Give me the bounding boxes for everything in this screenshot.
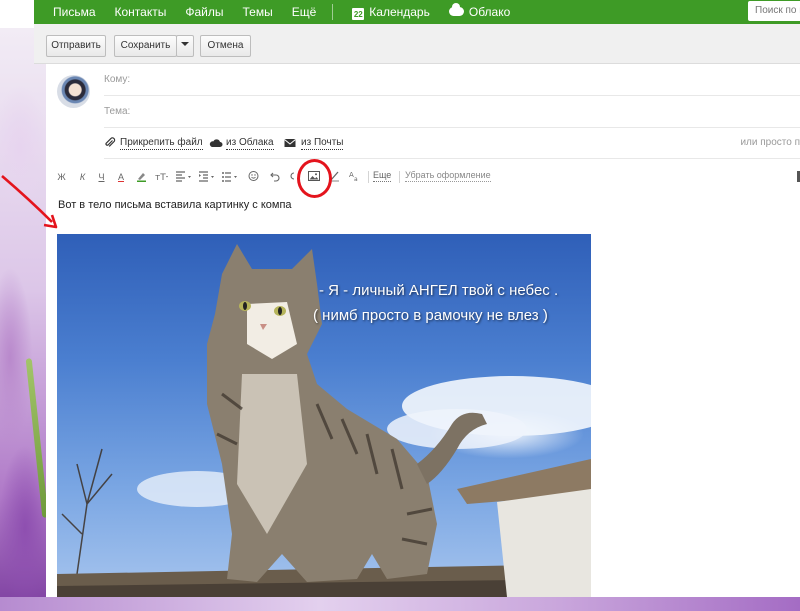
- text-color-button[interactable]: А: [116, 170, 126, 184]
- from-cloud-link[interactable]: из Облака: [226, 137, 274, 150]
- search-input[interactable]: Поиск по п: [748, 1, 800, 21]
- nav-letters[interactable]: Письма: [53, 5, 96, 19]
- underline-button[interactable]: Ч: [97, 170, 106, 184]
- list-icon[interactable]: [222, 170, 238, 184]
- font-size-icon[interactable]: тТ: [155, 170, 169, 184]
- flower-stem: [25, 358, 49, 518]
- translate-icon[interactable]: Aa: [349, 170, 360, 184]
- background-flower-bottom: [0, 597, 800, 611]
- nav-cloud-label: Облако: [468, 5, 511, 19]
- nav-contacts[interactable]: Контакты: [115, 5, 167, 19]
- nav-separator: [332, 4, 334, 20]
- nav-calendar[interactable]: 22 Календарь: [352, 5, 430, 20]
- nav-files[interactable]: Файлы: [185, 5, 223, 19]
- nav-cloud[interactable]: Облако: [448, 3, 511, 19]
- svg-text:a: a: [354, 176, 358, 182]
- calendar-icon: 22: [352, 7, 365, 20]
- send-button[interactable]: Отправить: [46, 35, 106, 57]
- italic-button[interactable]: К: [78, 170, 87, 184]
- nav-themes[interactable]: Темы: [243, 5, 273, 19]
- chevron-down-icon: [181, 42, 189, 46]
- compose-action-bar: Отправить Сохранить Отмена: [34, 24, 800, 64]
- to-field-divider: [104, 95, 800, 96]
- paperclip-icon: [104, 137, 116, 149]
- subject-field-label[interactable]: Тема:: [104, 106, 130, 117]
- from-mail-link[interactable]: из Почты: [301, 137, 344, 150]
- mail-icon: [284, 137, 296, 149]
- highlight-icon[interactable]: [135, 170, 147, 184]
- avatar: [57, 75, 90, 108]
- to-field-label[interactable]: Кому:: [104, 74, 130, 85]
- attach-hint-text: или просто п: [740, 137, 800, 148]
- subject-field-divider: [104, 127, 800, 128]
- cloud-icon: [448, 3, 464, 16]
- indent-icon[interactable]: [199, 170, 215, 184]
- save-dropdown-button[interactable]: [176, 35, 194, 57]
- image-caption-line-1: - Я - личный АНГЕЛ твой с небес .: [319, 282, 559, 299]
- background-flower-left: [0, 28, 49, 611]
- svg-text:тТ: тТ: [155, 173, 166, 182]
- format-toolbar: Ж К Ч А тТ A a Еще Убрать оформление: [57, 170, 800, 184]
- attach-file-link[interactable]: Прикрепить файл: [120, 137, 203, 150]
- image-caption-line-2: ( нимб просто в рамочку не влез ): [313, 307, 548, 324]
- save-button[interactable]: Сохранить: [114, 35, 177, 57]
- cancel-button[interactable]: Отмена: [200, 35, 251, 57]
- fields-divider: [104, 158, 800, 159]
- more-button[interactable]: Еще: [373, 170, 392, 182]
- toolbar-separator: [399, 171, 400, 183]
- undo-icon[interactable]: [270, 170, 281, 184]
- attachment-row: Прикрепить файл из Облака из Почты или п…: [104, 137, 800, 153]
- clear-format-button[interactable]: Убрать оформление: [405, 170, 491, 182]
- toolbar-separator: [368, 171, 369, 183]
- cloud-icon: [209, 137, 223, 149]
- red-circle-annotation: [297, 159, 332, 198]
- message-body-text[interactable]: Вот в тело письма вставила картинку с ко…: [58, 199, 292, 211]
- nav-calendar-label: Календарь: [369, 4, 430, 19]
- smiley-icon[interactable]: [248, 170, 259, 184]
- top-navigation: Письма Контакты Файлы Темы Ещё 22 Календа…: [34, 0, 800, 24]
- inserted-cat-image[interactable]: - Я - личный АНГЕЛ твой с небес . ( нимб…: [57, 234, 591, 597]
- nav-more[interactable]: Ещё: [292, 5, 317, 19]
- align-icon[interactable]: [176, 170, 192, 184]
